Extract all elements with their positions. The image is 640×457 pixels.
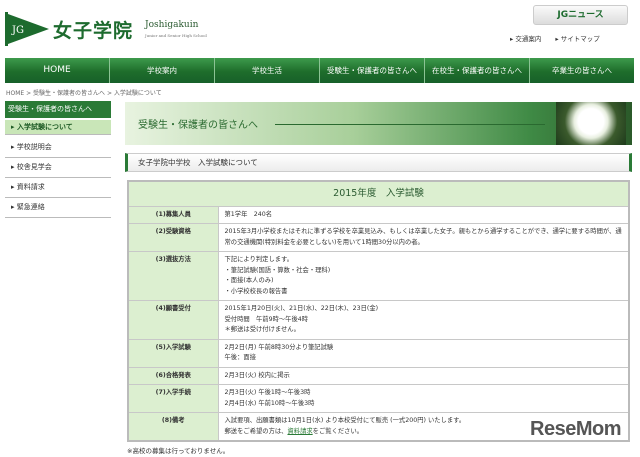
request-materials-link[interactable]: 資料請求 xyxy=(287,428,312,435)
table-row: (4)願書受付 2015年1月20日(火)、21日(水)、22日(木)、23日(金… xyxy=(127,300,630,340)
nav-home[interactable]: HOME xyxy=(5,58,110,83)
sidebar-item-entrance-exam[interactable]: ▸ 入学試験について xyxy=(5,120,111,135)
row-text: 郵送をご希望の方は、 xyxy=(224,427,288,435)
sidebar-item-emergency[interactable]: ▸ 緊急連絡 xyxy=(5,198,111,218)
row-line: 2月4日(水) 午前10時～午後3時 xyxy=(224,399,315,407)
row-value: 第1学年 240名 xyxy=(217,205,630,224)
table-row: (1)募集人員 第1学年 240名 xyxy=(127,205,630,224)
jg-news-button[interactable]: JGニュース xyxy=(533,5,628,25)
nav-applicants[interactable]: 受験生・保護者の皆さんへ xyxy=(320,58,425,83)
sidebar-heading: 受験生・保護者の皆さんへ xyxy=(5,101,111,118)
row-line: ・小学校校長の報告書 xyxy=(224,287,288,295)
top-links: ▸ 交通案内 ▸ サイトマップ xyxy=(510,33,600,43)
row-value: 2月2日(月) 午前8時30分より筆記試験 午後：面接 xyxy=(217,338,630,368)
main-nav: HOME 学校案内 学校生活 受験生・保護者の皆さんへ 在校生・保護者の皆さんへ… xyxy=(5,58,634,83)
row-line: 午後：面接 xyxy=(224,354,256,361)
jg-flag-icon: JG xyxy=(5,12,49,46)
row-line: 2月3日(火) 午後1時～午後3時 xyxy=(224,389,311,396)
row-line: 受付時間 午前9時～午後4時 xyxy=(224,315,309,323)
row-text: をご覧ください。 xyxy=(312,427,364,435)
table-row: (6)合格発表 2月3日(火) 校内に掲示 xyxy=(127,366,630,385)
flower-image xyxy=(556,102,626,145)
sidebar-item-label: 校舎見学会 xyxy=(16,163,52,171)
nav-students[interactable]: 在校生・保護者の皆さんへ xyxy=(425,58,530,83)
banner-line xyxy=(275,124,545,125)
breadcrumb: HOME > 受験生・保護者の皆さんへ > 入学試験について xyxy=(6,90,162,97)
nav-alumni[interactable]: 卒業生の皆さんへ xyxy=(530,58,634,83)
sidebar-item-info-session[interactable]: ▸ 学校説明会 xyxy=(5,138,111,158)
sidebar-item-label: 学校説明会 xyxy=(16,143,52,151)
row-label: (2)受験資格 xyxy=(127,223,219,252)
row-label: (3)選抜方法 xyxy=(127,251,219,301)
nav-school-life[interactable]: 学校生活 xyxy=(215,58,320,83)
sidebar: 受験生・保護者の皆さんへ ▸ 入学試験について ▸ 学校説明会 ▸ 校舎見学会 … xyxy=(5,101,111,218)
page-title: 女子学院中学校 入学試験について xyxy=(125,153,632,172)
table-row: (5)入学試験 2月2日(月) 午前8時30分より筆記試験 午後：面接 xyxy=(127,338,630,368)
row-line: 2015年3月小学校またはそれに準ずる学校を卒業見込み、もしくは卒業した女子。親… xyxy=(224,228,622,246)
sidebar-item-label: 資料請求 xyxy=(16,183,45,191)
row-line: 2月2日(月) 午前8時30分より筆記試験 xyxy=(224,343,334,351)
row-value: 2月3日(火) 午後1時～午後3時 2月4日(水) 午前10時～午後3時 xyxy=(217,384,630,413)
row-line: 第1学年 240名 xyxy=(224,210,273,218)
row-line: ・面接(本人のみ) xyxy=(224,277,274,284)
row-line: 2015年1月20日(火)、21日(水)、22日(木)、23日(金) xyxy=(224,305,379,312)
row-value: 下記により判定します。・筆記試験(国語・算数・社会・理科) ・面接(本人のみ) ・小… xyxy=(217,251,630,301)
school-logo[interactable]: JG 女子学院 Joshigakuin Junior and Senior Hi… xyxy=(5,12,207,46)
row-line: 下記により判定します。 xyxy=(224,256,294,263)
row-line: ＊郵送は受け付けません。 xyxy=(224,326,300,333)
table-row: (2)受験資格 2015年3月小学校またはそれに準ずる学校を卒業見込み、もしくは卒… xyxy=(127,223,630,252)
resemom-watermark: ReseMom xyxy=(530,418,621,440)
logo-name-en: Joshigakuin Junior and Senior High Schoo… xyxy=(145,20,207,38)
logo-subtitle: Junior and Senior High School xyxy=(145,33,207,38)
section-banner: 受験生・保護者の皆さんへ xyxy=(125,102,632,145)
row-label: (8)備考 xyxy=(127,412,219,442)
exam-table: 2015年度 入学試験 (1)募集人員 第1学年 240名 (2)受験資格 2015… xyxy=(127,180,630,442)
sitemap-link[interactable]: ▸ サイトマップ xyxy=(555,33,599,43)
table-caption: 2015年度 入学試験 xyxy=(127,180,630,207)
sidebar-item-request-materials[interactable]: ▸ 資料請求 xyxy=(5,178,111,198)
logo-name-jp: 女子学院 xyxy=(53,19,134,42)
logo-mark: JG xyxy=(11,25,24,36)
table-row: (3)選抜方法 下記により判定します。・筆記試験(国語・算数・社会・理科) ・面接(… xyxy=(127,251,630,301)
row-value: 2015年1月20日(火)、21日(水)、22日(木)、23日(金) 受付時間 午… xyxy=(217,300,630,340)
banner-title: 受験生・保護者の皆さんへ xyxy=(138,120,258,131)
row-line: ・筆記試験(国語・算数・社会・理科) xyxy=(224,266,331,274)
sidebar-item-campus-tour[interactable]: ▸ 校舎見学会 xyxy=(5,158,111,178)
row-line: 2月3日(火) 校内に掲示 xyxy=(224,371,290,379)
row-label: (6)合格発表 xyxy=(127,366,219,385)
sidebar-item-label: 入学試験について xyxy=(16,123,73,131)
sitemap-link-label: サイトマップ xyxy=(560,35,600,43)
access-link[interactable]: ▸ 交通案内 xyxy=(510,33,541,43)
row-label: (7)入学手続 xyxy=(127,384,219,413)
row-value: 2月3日(火) 校内に掲示 xyxy=(217,366,630,385)
row-label: (5)入学試験 xyxy=(127,338,219,368)
footnote: ※高校の募集は行っておりません。 xyxy=(127,447,230,455)
row-value: 2015年3月小学校またはそれに準ずる学校を卒業見込み、もしくは卒業した女子。親… xyxy=(217,223,630,252)
access-link-label: 交通案内 xyxy=(515,35,542,43)
table-row: (7)入学手続 2月3日(火) 午後1時～午後3時 2月4日(水) 午前10時～午後… xyxy=(127,384,630,413)
sidebar-item-label: 緊急連絡 xyxy=(16,203,45,211)
row-label: (4)願書受付 xyxy=(127,300,219,340)
logo-en-name: Joshigakuin xyxy=(145,20,199,30)
row-label: (1)募集人員 xyxy=(127,205,219,224)
nav-about[interactable]: 学校案内 xyxy=(110,58,215,83)
